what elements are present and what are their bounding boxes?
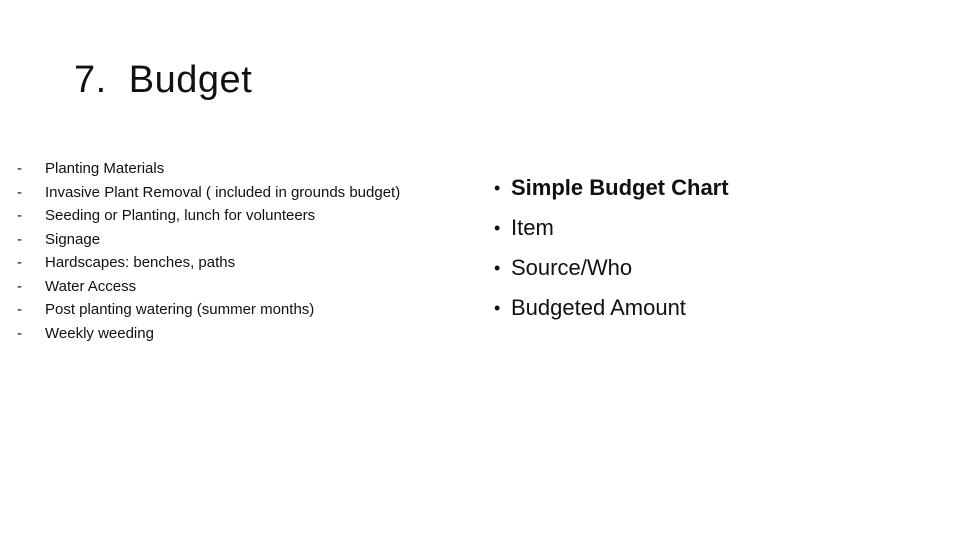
list-item-label: Budgeted Amount — [511, 295, 686, 320]
list-item-label: Seeding or Planting, lunch for volunteer… — [45, 207, 316, 224]
dash-bullet-icon: - — [17, 207, 22, 224]
slide-title: 7. Budget — [74, 59, 253, 101]
list-item-label: Invasive Plant Removal ( included in gro… — [45, 183, 401, 201]
dash-bullet-icon: - — [17, 277, 22, 295]
list-item-label: Water Access — [45, 277, 137, 295]
bullet-icon: • — [494, 218, 501, 238]
dash-bullet-icon: - — [17, 254, 22, 271]
bullet-icon: • — [494, 298, 501, 318]
dash-bullet-icon: - — [17, 230, 22, 248]
dash-bullet-icon: - — [17, 301, 22, 318]
bullet-icon: • — [494, 258, 501, 278]
list-item-label: Item — [511, 215, 554, 240]
slide: 7. Budget - Planting Materials - Invasiv… — [0, 0, 960, 540]
list-item-label: Source/Who — [511, 255, 633, 280]
list-item-label: Post planting watering (summer months) — [45, 301, 315, 318]
list-item-label: Simple Budget Chart — [511, 175, 729, 200]
dash-bullet-icon: - — [17, 183, 22, 201]
list-item-label: Signage — [45, 230, 101, 248]
list-item-label: Weekly weeding — [45, 324, 154, 342]
dash-bullet-icon: - — [17, 160, 22, 177]
list-item-label: Hardscapes: benches, paths — [45, 254, 236, 271]
bullet-icon: • — [494, 178, 501, 198]
list-item-label: Planting Materials — [45, 160, 165, 177]
dash-bullet-icon: - — [17, 324, 22, 342]
